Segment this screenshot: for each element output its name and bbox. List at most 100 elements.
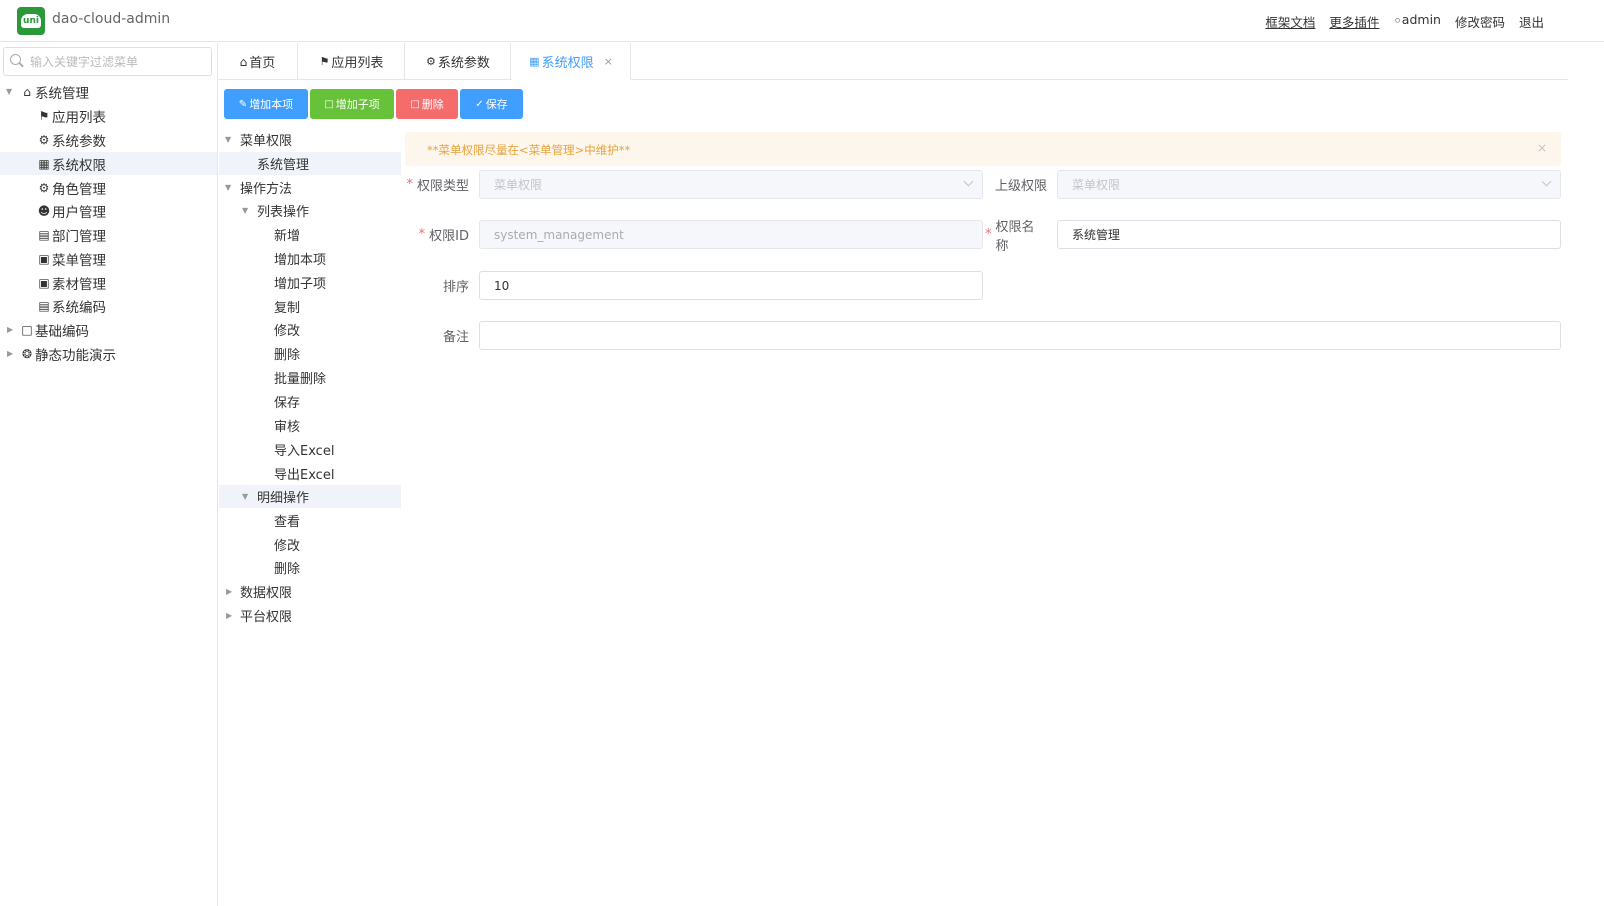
- app-logo[interactable]: uni: [17, 7, 45, 35]
- sidebar-item-label: 静态功能演示: [35, 347, 116, 364]
- caret-down-icon[interactable]: ▼: [6, 87, 12, 96]
- tree-node-system-management[interactable]: 系统管理: [219, 152, 401, 175]
- tree-node-leaf[interactable]: 复制: [219, 295, 401, 318]
- caret-down-icon[interactable]: ▼: [225, 135, 231, 144]
- tree-node-leaf[interactable]: 查看: [219, 509, 401, 532]
- parent-permission-label: 上级权限: [987, 170, 1047, 199]
- user-menu[interactable]: ⚪admin: [1393, 12, 1441, 31]
- sidebar-item-label: 部门管理: [52, 228, 106, 245]
- plugins-link[interactable]: 更多插件: [1329, 12, 1379, 31]
- required-mark: *: [985, 227, 992, 242]
- tree-node-leaf[interactable]: 导出Excel: [219, 462, 401, 485]
- tab-permissions[interactable]: ▦ 系统权限 ×: [512, 43, 631, 80]
- caret-right-icon[interactable]: ▶: [226, 611, 232, 620]
- sort-label: 排序: [405, 271, 469, 300]
- tab-params[interactable]: ⚙ 系统参数: [406, 43, 511, 80]
- tree-node-menu-permission[interactable]: ▼ 菜单权限: [219, 128, 401, 151]
- tree-node-operation-methods[interactable]: ▼ 操作方法: [219, 176, 401, 199]
- sidebar-item-materials[interactable]: ▣ 素材管理: [0, 271, 217, 294]
- alert-message: **菜单权限尽量在<菜单管理>中维护**: [427, 143, 631, 157]
- tree-node-leaf[interactable]: 新增: [219, 223, 401, 246]
- caret-down-icon[interactable]: ▼: [242, 206, 248, 215]
- doc-icon: ▤: [38, 298, 50, 313]
- tree-node-leaf[interactable]: 批量删除: [219, 366, 401, 389]
- tree-node-leaf[interactable]: 修改: [219, 533, 401, 556]
- sidebar-item-label: 角色管理: [52, 181, 106, 198]
- sidebar-item-static-demo[interactable]: ▶ ❂ 静态功能演示: [0, 342, 217, 365]
- tab-apps[interactable]: ⚑ 应用列表: [299, 43, 405, 80]
- logout-link[interactable]: 退出: [1519, 12, 1544, 31]
- tree-node-leaf[interactable]: 导入Excel: [219, 438, 401, 461]
- parent-permission-select[interactable]: 菜单权限: [1057, 170, 1561, 199]
- sidebar-item-label: 系统编码: [52, 299, 106, 316]
- tab-home[interactable]: ⌂ 首页: [218, 43, 298, 80]
- top-header: uni dao-cloud-admin 框架文档 更多插件 ⚪admin 修改密…: [0, 0, 1604, 42]
- tree-node-platform-permission[interactable]: ▶ 平台权限: [219, 604, 401, 627]
- menu-search-box[interactable]: [3, 47, 212, 76]
- tree-node-leaf[interactable]: 增加子项: [219, 271, 401, 294]
- image-icon: ▣: [38, 275, 50, 290]
- tree-node-leaf[interactable]: 修改: [219, 318, 401, 341]
- tree-node-leaf[interactable]: 删除: [219, 556, 401, 579]
- caret-down-icon[interactable]: ▼: [225, 183, 231, 192]
- chevron-down-icon: [1541, 176, 1552, 187]
- tree-node-data-permission[interactable]: ▶ 数据权限: [219, 580, 401, 603]
- change-password-link[interactable]: 修改密码: [1455, 12, 1505, 31]
- tree-node-label: 删除: [274, 348, 301, 363]
- sidebar-item-system[interactable]: ▼ ⌂ 系统管理: [0, 80, 217, 103]
- sidebar-item-menus[interactable]: ▣ 菜单管理: [0, 247, 217, 270]
- sidebar-item-params[interactable]: ⚙ 系统参数: [0, 128, 217, 151]
- sidebar-item-apps[interactable]: ⚑ 应用列表: [0, 104, 217, 127]
- folder-icon: □: [21, 322, 33, 337]
- sidebar-item-roles[interactable]: ⚙ 角色管理: [0, 176, 217, 199]
- folder-icon: □: [324, 98, 334, 110]
- menu-search-input[interactable]: [30, 52, 208, 72]
- label-text: 排序: [442, 280, 469, 295]
- tree-node-label: 操作方法: [240, 182, 293, 197]
- flag-icon: ⚑: [319, 55, 330, 68]
- sidebar-item-system-codes[interactable]: ▤ 系统编码: [0, 294, 217, 317]
- sidebar-item-label: 用户管理: [52, 204, 106, 221]
- trash-icon: □: [410, 98, 420, 110]
- caret-right-icon[interactable]: ▶: [7, 325, 13, 334]
- gear-icon: ⚙: [426, 55, 436, 68]
- tab-label: 首页: [249, 56, 276, 71]
- tree-node-leaf[interactable]: 增加本项: [219, 247, 401, 270]
- sort-input[interactable]: 10: [479, 271, 983, 300]
- tree-node-label: 导入Excel: [274, 444, 335, 459]
- permission-name-input[interactable]: 系统管理: [1057, 220, 1561, 249]
- input-value: 10: [494, 278, 510, 293]
- caret-down-icon[interactable]: ▼: [242, 492, 248, 501]
- sidebar-item-permissions[interactable]: ▦ 系统权限: [0, 152, 217, 175]
- docs-link[interactable]: 框架文档: [1265, 12, 1315, 31]
- sidebar-item-label: 菜单管理: [52, 252, 106, 269]
- tree-node-leaf[interactable]: 审核: [219, 414, 401, 437]
- caret-right-icon[interactable]: ▶: [226, 587, 232, 596]
- add-item-button[interactable]: ✎ 增加本项: [224, 89, 308, 119]
- tree-node-leaf[interactable]: 保存: [219, 390, 401, 413]
- delete-button[interactable]: □ 删除: [396, 89, 458, 119]
- tree-node-label: 平台权限: [240, 610, 293, 625]
- permission-type-select[interactable]: 菜单权限: [479, 170, 983, 199]
- permission-id-input[interactable]: system_management: [479, 220, 983, 249]
- delete-label: 删除: [421, 98, 444, 111]
- sidebar-item-base-codes[interactable]: ▶ □ 基础编码: [0, 318, 217, 341]
- tree-node-label: 明细操作: [257, 491, 310, 506]
- close-icon[interactable]: ×: [1537, 141, 1547, 155]
- user-icon: ⚪: [1393, 16, 1402, 27]
- sidebar-item-users[interactable]: ☻ 用户管理: [0, 199, 217, 222]
- close-icon[interactable]: ×: [604, 55, 613, 68]
- add-child-button[interactable]: □ 增加子项: [310, 89, 394, 119]
- sidebar-item-label: 系统权限: [52, 157, 106, 174]
- caret-right-icon[interactable]: ▶: [7, 349, 13, 358]
- add-item-label: 增加本项: [249, 98, 294, 111]
- tree-node-detail-operations[interactable]: ▼ 明细操作: [219, 485, 401, 508]
- sidebar-item-departments[interactable]: ▤ 部门管理: [0, 223, 217, 246]
- save-button[interactable]: ✓ 保存: [460, 89, 523, 119]
- tree-node-leaf[interactable]: 删除: [219, 342, 401, 365]
- remark-input[interactable]: [479, 321, 1561, 350]
- tree-node-label: 保存: [274, 396, 301, 411]
- permission-name-label: * 权限名称: [985, 220, 1047, 254]
- tree-node-label: 新增: [274, 229, 301, 244]
- tree-node-list-operations[interactable]: ▼ 列表操作: [219, 199, 401, 222]
